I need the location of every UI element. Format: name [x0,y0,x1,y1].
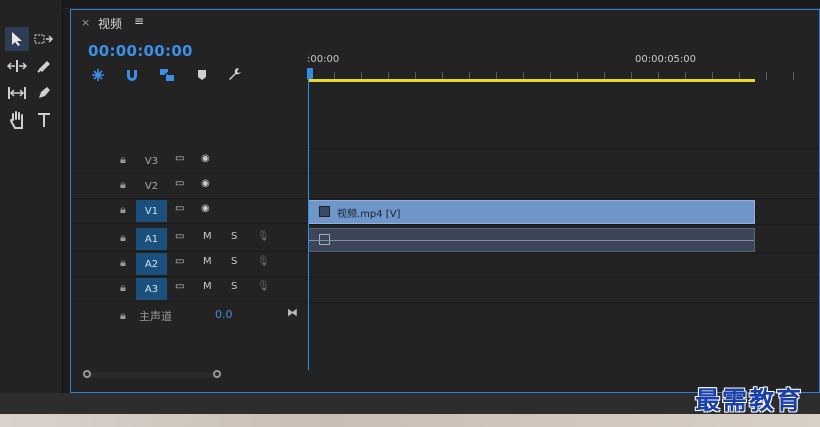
track-select-icon [34,34,54,44]
microphone-icon[interactable]: 🎙︎ [257,231,270,242]
track-target-v2[interactable]: V2 [136,175,167,197]
eye-icon[interactable]: ◉ [201,203,210,214]
tab-title[interactable]: 视频 [98,15,122,32]
ruler-label-mid: 00:00:05:00 [635,54,697,65]
pen-icon [39,87,50,98]
scroll-left-handle[interactable] [83,370,91,378]
video-clip[interactable]: 视频.mp4 [V] [308,200,755,224]
lock-icon[interactable]: 🔒︎ [120,281,126,295]
clip-name: 视频.mp4 [V] [337,209,401,220]
eye-icon[interactable]: ◉ [201,153,210,164]
timeline-tab-bar: × 视频 ≡ [71,10,819,36]
lock-icon[interactable]: 🔒︎ [120,256,126,270]
ripple-edit-icon [7,60,27,72]
track-header-v2: 🔒︎ V2 ▭ ◉ [71,174,307,199]
track-target-a2[interactable]: A2 [136,253,167,275]
selection-tool[interactable] [5,27,29,51]
playhead-timecode[interactable]: 00:00:00:00 [88,42,193,60]
sync-lock-icon[interactable]: ▭ [175,256,184,267]
work-area-bar[interactable] [308,79,755,82]
microphone-icon[interactable]: 🎙︎ [257,256,270,267]
hand-icon [9,111,23,129]
close-tab-button[interactable]: × [81,16,90,29]
lock-icon[interactable]: 🔒︎ [120,203,126,217]
sync-lock-icon[interactable]: ▭ [175,153,184,164]
fx-badge-icon [319,206,330,217]
track-header-v3: 🔒︎ V3 ▭ ◉ [71,149,307,174]
sync-lock-icon[interactable]: ▭ [175,203,184,214]
master-track-label: 主声道 [139,310,172,323]
add-marker-icon[interactable] [196,67,208,86]
mute-button[interactable]: M [203,256,212,267]
mute-button[interactable]: M [203,231,212,242]
nest-sequence-icon[interactable] [91,67,105,86]
linked-selection-icon[interactable] [159,67,175,86]
lock-icon[interactable]: 🔒︎ [120,153,126,167]
track-header-a2: 🔒︎ A2 ▭ M S 🎙︎ [71,252,307,277]
tools-panel [0,0,63,393]
sync-lock-icon[interactable]: ▭ [175,178,184,189]
track-headers: 🔒︎ V3 ▭ ◉ 🔒︎ V2 ▭ ◉ 🔒︎ V1 ▭ ◉ 🔒︎ A1 ▭ M … [71,148,307,328]
wrench-settings-icon[interactable] [227,66,243,86]
ruler-label-start: :00:00 [307,54,340,65]
solo-button[interactable]: S [231,256,237,267]
microphone-icon[interactable]: 🎙︎ [257,281,270,292]
arrow-cursor-icon [12,32,22,46]
playhead-handle[interactable] [307,68,313,79]
track-header-a1: 🔒︎ A1 ▭ M S 🎙︎ [71,227,307,252]
pen-tool[interactable] [32,81,56,105]
solo-button[interactable]: S [231,231,237,242]
razor-tool[interactable] [32,54,56,78]
type-icon [38,113,50,127]
timeline-panel: × 视频 ≡ 00:00:00:00 :00:00 00:00:05:00 🔒︎… [70,9,820,393]
top-strip [0,0,820,9]
lock-icon[interactable]: 🔒︎ [120,178,126,192]
audio-clip[interactable] [308,228,755,252]
lock-icon[interactable]: 🔒︎ [120,231,126,245]
track-target-a1[interactable]: A1 [136,228,167,250]
slip-icon [8,87,26,99]
collapse-icon[interactable]: ⧓ [287,306,298,319]
master-lock-icon[interactable]: 🔒︎ [120,309,126,323]
master-volume-value[interactable]: 0.0 [215,308,233,321]
mute-button[interactable]: M [203,281,212,292]
track-header-v1: 🔒︎ V1 ▭ ◉ [71,199,307,224]
track-header-a3: 🔒︎ A3 ▭ M S 🎙︎ [71,277,307,302]
sync-lock-icon[interactable]: ▭ [175,231,184,242]
track-target-v1[interactable]: V1 [136,200,167,222]
type-tool[interactable] [32,108,56,132]
ripple-edit-tool[interactable] [5,54,29,78]
razor-icon [37,61,50,73]
panel-menu-button[interactable]: ≡ [134,14,144,28]
hand-tool[interactable] [5,108,29,132]
slip-tool[interactable] [5,81,29,105]
time-ruler[interactable]: :00:00 00:00:05:00 [307,50,819,92]
audio-level-line [309,240,754,241]
track-select-tool[interactable] [32,27,56,51]
solo-button[interactable]: S [231,281,237,292]
track-target-v3[interactable]: V3 [136,150,167,172]
playhead-line[interactable] [308,68,309,370]
zoom-scrollbar[interactable] [83,370,221,378]
snap-icon[interactable] [125,67,139,86]
scroll-right-handle[interactable] [213,370,221,378]
track-target-a3[interactable]: A3 [136,278,167,300]
watermark: 最需教育 [695,386,804,415]
eye-icon[interactable]: ◉ [201,178,210,189]
sync-lock-icon[interactable]: ▭ [175,281,184,292]
